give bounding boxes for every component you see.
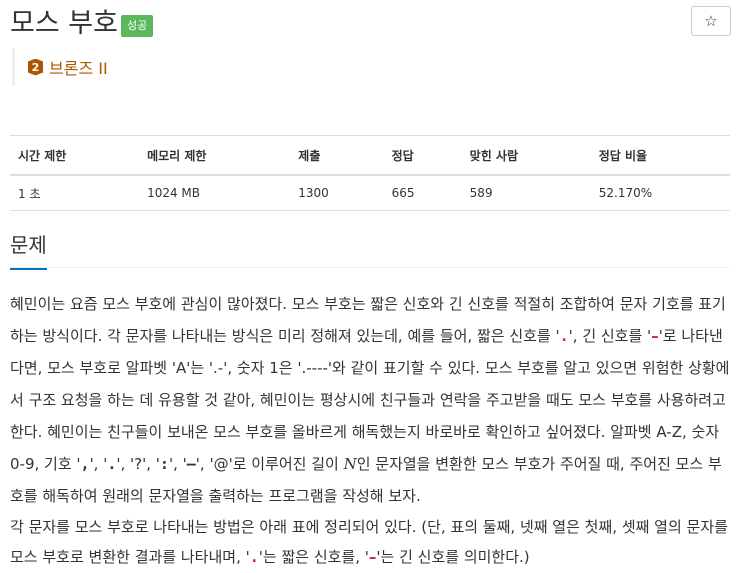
tier-badge-icon: 2 (28, 58, 43, 76)
symbol-comma: , (80, 455, 90, 473)
variable-n: N (343, 455, 357, 473)
value-accepted: 665 (383, 175, 462, 211)
problem-header: 모스 부호 성공 ☆ (10, 6, 732, 40)
value-time-limit: 1 초 (10, 175, 140, 211)
desc-text: ', '@'로 이루어진 길이 (195, 455, 344, 473)
header-time-limit: 시간 제한 (10, 135, 140, 176)
value-submissions: 1300 (290, 175, 384, 211)
section-divider (10, 267, 730, 268)
star-button[interactable]: ☆ (691, 6, 731, 36)
section-title-problem: 문제 (10, 229, 47, 270)
tier-info[interactable]: 2 브론즈 II (12, 48, 108, 86)
desc-text: ', '?', ' (116, 455, 160, 473)
problem-stats-table: 시간 제한 메모리 제한 제출 정답 맞힌 사람 정답 비율 1 초 1024 … (10, 135, 730, 211)
header-memory-limit: 메모리 제한 (139, 135, 291, 176)
header-accepted: 정답 (383, 135, 462, 176)
star-icon: ☆ (704, 12, 718, 30)
symbol-dash: – (186, 455, 196, 473)
desc-text: '는 짧은 신호를, ' (258, 548, 369, 566)
long-signal-symbol: – (651, 327, 659, 345)
header-solvers: 맞힌 사람 (461, 135, 591, 176)
desc-text: ', ' (89, 455, 108, 473)
desc-text: '로 나타낸다면, 모스 부호로 알파벳 'A'는 '.-', 숫자 1은 '.… (10, 327, 730, 473)
tier-name[interactable]: 브론즈 II (49, 55, 108, 79)
problem-description-paragraph-2: 각 문자를 모스 부호로 나타내는 방법은 아래 표에 정리되어 있다. (단,… (10, 512, 732, 572)
problem-description-paragraph-1: 혜민이는 요즘 모스 부호에 관심이 많아졌다. 모스 부호는 짧은 신호와 긴… (10, 288, 732, 512)
short-signal-symbol: . (559, 327, 569, 345)
problem-title: 모스 부호 (10, 8, 118, 39)
value-solvers: 589 (461, 175, 591, 211)
status-badge: 성공 (121, 15, 154, 37)
symbol-colon: : (159, 455, 169, 473)
desc-text: '는 긴 신호를 의미한다.) (376, 548, 530, 566)
header-submissions: 제출 (290, 135, 384, 176)
short-signal-symbol: . (249, 548, 259, 566)
value-accept-ratio: 52.170% (590, 175, 730, 211)
stats-value-row: 1 초 1024 MB 1300 665 589 52.170% (10, 175, 730, 211)
value-memory-limit: 1024 MB (139, 175, 291, 211)
header-accept-ratio: 정답 비율 (590, 135, 730, 176)
desc-text: ', 긴 신호를 ' (568, 327, 652, 345)
desc-text: ', ' (168, 455, 187, 473)
stats-header-row: 시간 제한 메모리 제한 제출 정답 맞힌 사람 정답 비율 (10, 135, 730, 176)
